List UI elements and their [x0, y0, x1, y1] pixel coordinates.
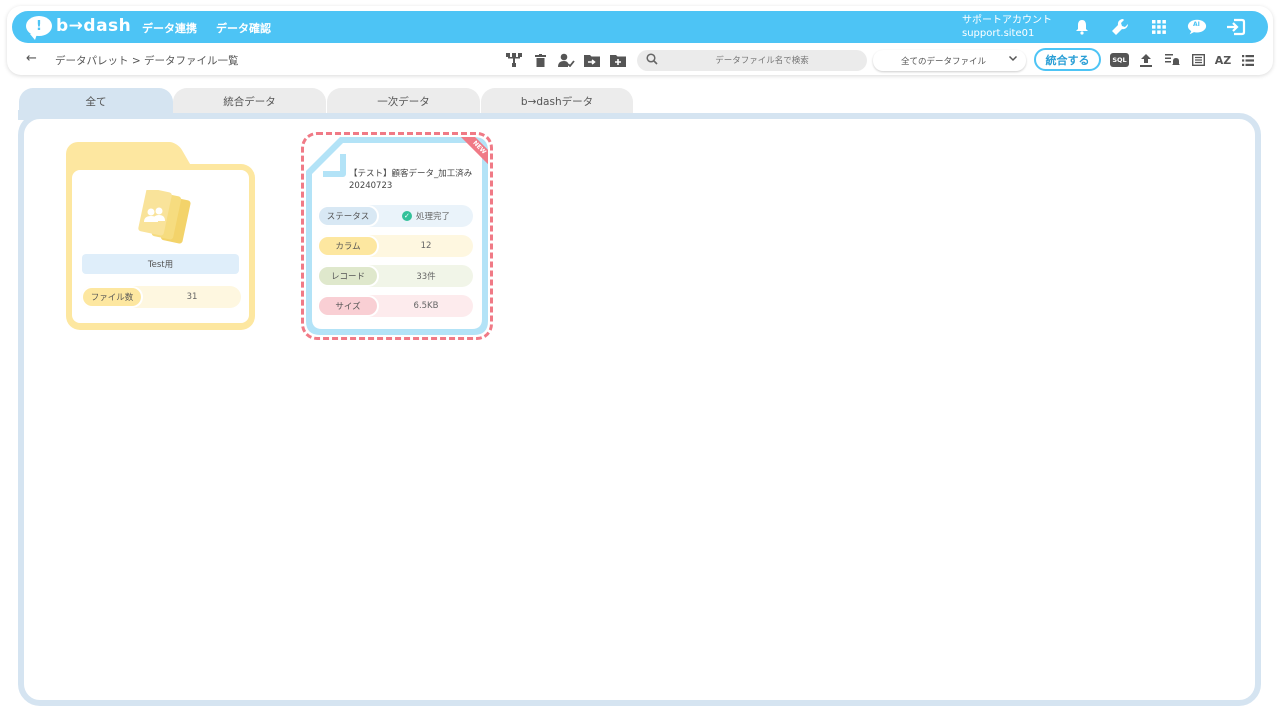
- search-input[interactable]: [667, 52, 857, 69]
- sort-az-icon[interactable]: AZ: [1214, 51, 1232, 69]
- folder-inner: Test用 ファイル数 31: [72, 170, 249, 323]
- folder-name: Test用: [82, 254, 239, 274]
- breadcrumb: データパレット > データファイル一覧: [55, 55, 239, 67]
- column-label: カラム: [319, 237, 377, 255]
- bdash-logo[interactable]: ! b→dash: [26, 16, 132, 40]
- ai-bubble-icon[interactable]: AI: [1187, 18, 1207, 36]
- nav-data-integration[interactable]: データ連携: [142, 20, 197, 36]
- back-arrow-icon[interactable]: ←: [26, 51, 37, 66]
- file-column-row: カラム 12: [317, 235, 473, 257]
- file-count-label: ファイル数: [83, 288, 141, 306]
- nav-data-check[interactable]: データ確認: [216, 20, 271, 36]
- bell-icon[interactable]: [1072, 18, 1092, 36]
- file-type-selected: 全てのデータファイル: [901, 57, 987, 67]
- folder-body: Test用 ファイル数 31: [66, 164, 255, 330]
- new-badge: NEW: [456, 137, 488, 169]
- file-card[interactable]: NEW 【テスト】顧客データ_加工済み20240723 ステータス ✓ 処理完了…: [306, 137, 488, 335]
- list-view-icon[interactable]: [1239, 51, 1257, 69]
- user-check-icon[interactable]: [557, 51, 575, 69]
- record-value: 33件: [416, 272, 436, 282]
- file-record-row: レコード 33件: [317, 265, 473, 287]
- wrench-icon[interactable]: [1110, 18, 1130, 36]
- size-value: 6.5KB: [413, 301, 439, 311]
- file-status-row: ステータス ✓ 処理完了: [317, 205, 473, 227]
- account-id: support.site01: [962, 28, 1035, 39]
- status-text: 処理完了: [415, 212, 450, 222]
- account-info[interactable]: サポートアカウント support.site01: [962, 14, 1052, 40]
- search-box: [637, 50, 867, 71]
- check-circle-icon: ✓: [401, 211, 412, 221]
- file-title: 【テスト】顧客データ_加工済み20240723: [349, 169, 473, 191]
- status-label: ステータス: [319, 207, 377, 225]
- new-badge-text: NEW: [457, 137, 488, 169]
- size-label: サイズ: [319, 297, 377, 315]
- sql-icon[interactable]: SQL: [1110, 53, 1129, 67]
- folder-file-count: ファイル数 31: [81, 286, 241, 308]
- header-shell: ! b→dash データ連携 データ確認 サポートアカウント support.s…: [7, 6, 1273, 75]
- detail-view-icon[interactable]: [1189, 51, 1207, 69]
- account-name: サポートアカウント: [962, 15, 1052, 26]
- record-label: レコード: [319, 267, 377, 285]
- tab-merged-data[interactable]: 統合データ: [173, 88, 326, 114]
- logo-text: b→dash: [56, 16, 132, 36]
- tab-primary-data[interactable]: 一次データ: [327, 88, 480, 114]
- list-notification-icon[interactable]: [1163, 51, 1181, 69]
- apps-grid-icon[interactable]: [1149, 18, 1169, 36]
- upload-icon[interactable]: [1137, 51, 1155, 69]
- folder-card[interactable]: Test用 ファイル数 31: [66, 142, 255, 330]
- flow-diagram-icon[interactable]: [505, 51, 523, 69]
- merge-button[interactable]: 統合する: [1034, 48, 1101, 71]
- column-value: 12: [420, 241, 432, 251]
- logo-bubble-icon: !: [26, 16, 52, 40]
- file-size-row: サイズ 6.5KB: [317, 295, 473, 317]
- search-icon: [646, 53, 658, 68]
- folder-move-icon[interactable]: [583, 51, 601, 69]
- folder-group-icon: [135, 188, 195, 245]
- ai-badge-text: AI: [1193, 21, 1200, 28]
- logout-icon[interactable]: [1226, 18, 1246, 36]
- folder-add-icon[interactable]: [609, 51, 627, 69]
- trash-icon[interactable]: [531, 51, 549, 69]
- chevron-down-icon: [1008, 53, 1018, 66]
- status-value: ✓ 処理完了: [379, 205, 473, 227]
- top-navigation-bar: ! b→dash データ連携 データ確認 サポートアカウント support.s…: [12, 11, 1268, 43]
- tab-bdash-data[interactable]: b→dashデータ: [481, 88, 633, 114]
- file-count-value: 31: [186, 292, 198, 302]
- file-type-select[interactable]: 全てのデータファイル: [873, 50, 1026, 71]
